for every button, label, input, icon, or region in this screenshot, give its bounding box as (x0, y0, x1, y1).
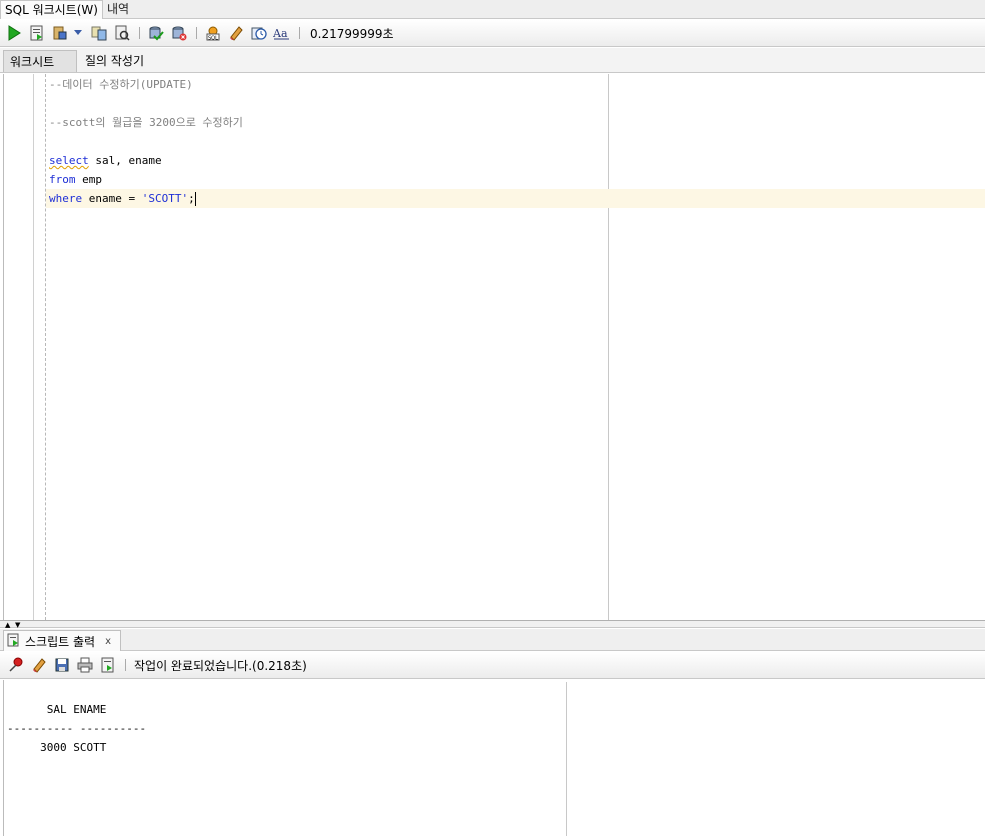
pin-icon[interactable] (6, 655, 26, 675)
editor-subtabs: 워크시트 질의 작성기 (0, 48, 985, 73)
statement-terminator: ; (188, 192, 195, 205)
code-line-from: from emp (49, 170, 102, 189)
execution-time: 0.21799999초 (310, 26, 394, 41)
code-line-comment-update: --데이터 수정하기(UPDATE) (49, 78, 193, 91)
save-icon[interactable] (52, 655, 72, 675)
eraser-icon[interactable] (29, 655, 49, 675)
line-number-gutter (33, 74, 34, 620)
right-margin-line (608, 74, 609, 620)
tab-script-output[interactable]: 스크립트 출력 x (3, 630, 121, 651)
tab-history[interactable]: 내역 (103, 0, 133, 19)
autotrace-dropdown-icon[interactable] (50, 23, 70, 43)
result-separator-line: ---------- ---------- (7, 722, 147, 735)
rollback-icon[interactable] (169, 23, 189, 43)
output-margin-line (566, 682, 567, 836)
close-icon[interactable]: x (105, 636, 111, 647)
script-output-area[interactable]: SAL ENAME ---------- ---------- 3000 SCOT… (3, 680, 985, 836)
keyword-from: from (49, 173, 76, 186)
chevron-down-icon[interactable] (73, 23, 83, 43)
svg-text:Aa: Aa (273, 27, 288, 40)
from-table: emp (75, 173, 102, 186)
query-result-text: SAL ENAME ---------- ---------- 3000 SCOT… (7, 700, 146, 757)
keyword-where: where (49, 192, 83, 205)
worksheet-toolbar: SQL Aa 0.21799999초 (0, 20, 985, 47)
run-script-icon[interactable] (27, 23, 47, 43)
toolbar-separator (125, 659, 126, 671)
collapse-down-icon[interactable]: ▼ (15, 622, 20, 629)
toolbar-separator (139, 27, 140, 39)
toolbar-separator (196, 27, 197, 39)
script-output-icon (7, 633, 21, 650)
tab-query-builder[interactable]: 질의 작성기 (79, 50, 150, 72)
print-icon[interactable] (75, 655, 95, 675)
format-case-icon[interactable]: Aa (272, 23, 292, 43)
result-header-line: SAL ENAME (7, 703, 107, 716)
script-output-label: 스크립트 출력 (25, 634, 96, 649)
sql-editor[interactable]: --데이터 수정하기(UPDATE) --scott의 월급을 3200으로 수… (3, 74, 985, 620)
output-toolbar: 작업이 완료되었습니다.(0.218초) (0, 652, 985, 679)
tab-worksheet[interactable]: 워크시트 (3, 50, 77, 72)
commit-icon[interactable] (146, 23, 166, 43)
code-line-select: select sal, ename (49, 151, 162, 170)
top-tab-strip: SQL 워크시트(W) 내역 (0, 0, 985, 19)
result-row: 3000 SCOTT (7, 741, 107, 754)
text-caret (194, 192, 196, 206)
string-literal: 'SCOTT' (141, 192, 189, 205)
code-line-comment-scott: --scott의 월급을 3200으로 수정하기 (49, 116, 243, 129)
panel-splitter[interactable]: ▲ ▼ (0, 620, 985, 629)
code-line-where: where ename = 'SCOTT'; (49, 189, 196, 208)
select-columns: sal, ename (88, 154, 162, 167)
output-to-file-icon[interactable] (98, 655, 118, 675)
svg-text:SQL: SQL (208, 36, 218, 42)
fold-gutter (45, 74, 46, 620)
toolbar-separator (299, 27, 300, 39)
collapse-up-icon[interactable]: ▲ (5, 622, 10, 629)
output-tab-strip: 스크립트 출력 x (0, 629, 985, 651)
sql-file-icon[interactable]: SQL (203, 23, 223, 43)
where-condition: ename = (82, 192, 142, 205)
tab-sql-worksheet[interactable]: SQL 워크시트(W) (0, 0, 103, 19)
sql-tuning-icon[interactable] (112, 23, 132, 43)
explain-plan-icon[interactable] (89, 23, 109, 43)
output-status-message: 작업이 완료되었습니다.(0.218초) (134, 658, 307, 673)
keyword-select: select (49, 154, 89, 167)
run-statement-icon[interactable] (4, 23, 24, 43)
history-icon[interactable] (249, 23, 269, 43)
eraser-icon[interactable] (226, 23, 246, 43)
